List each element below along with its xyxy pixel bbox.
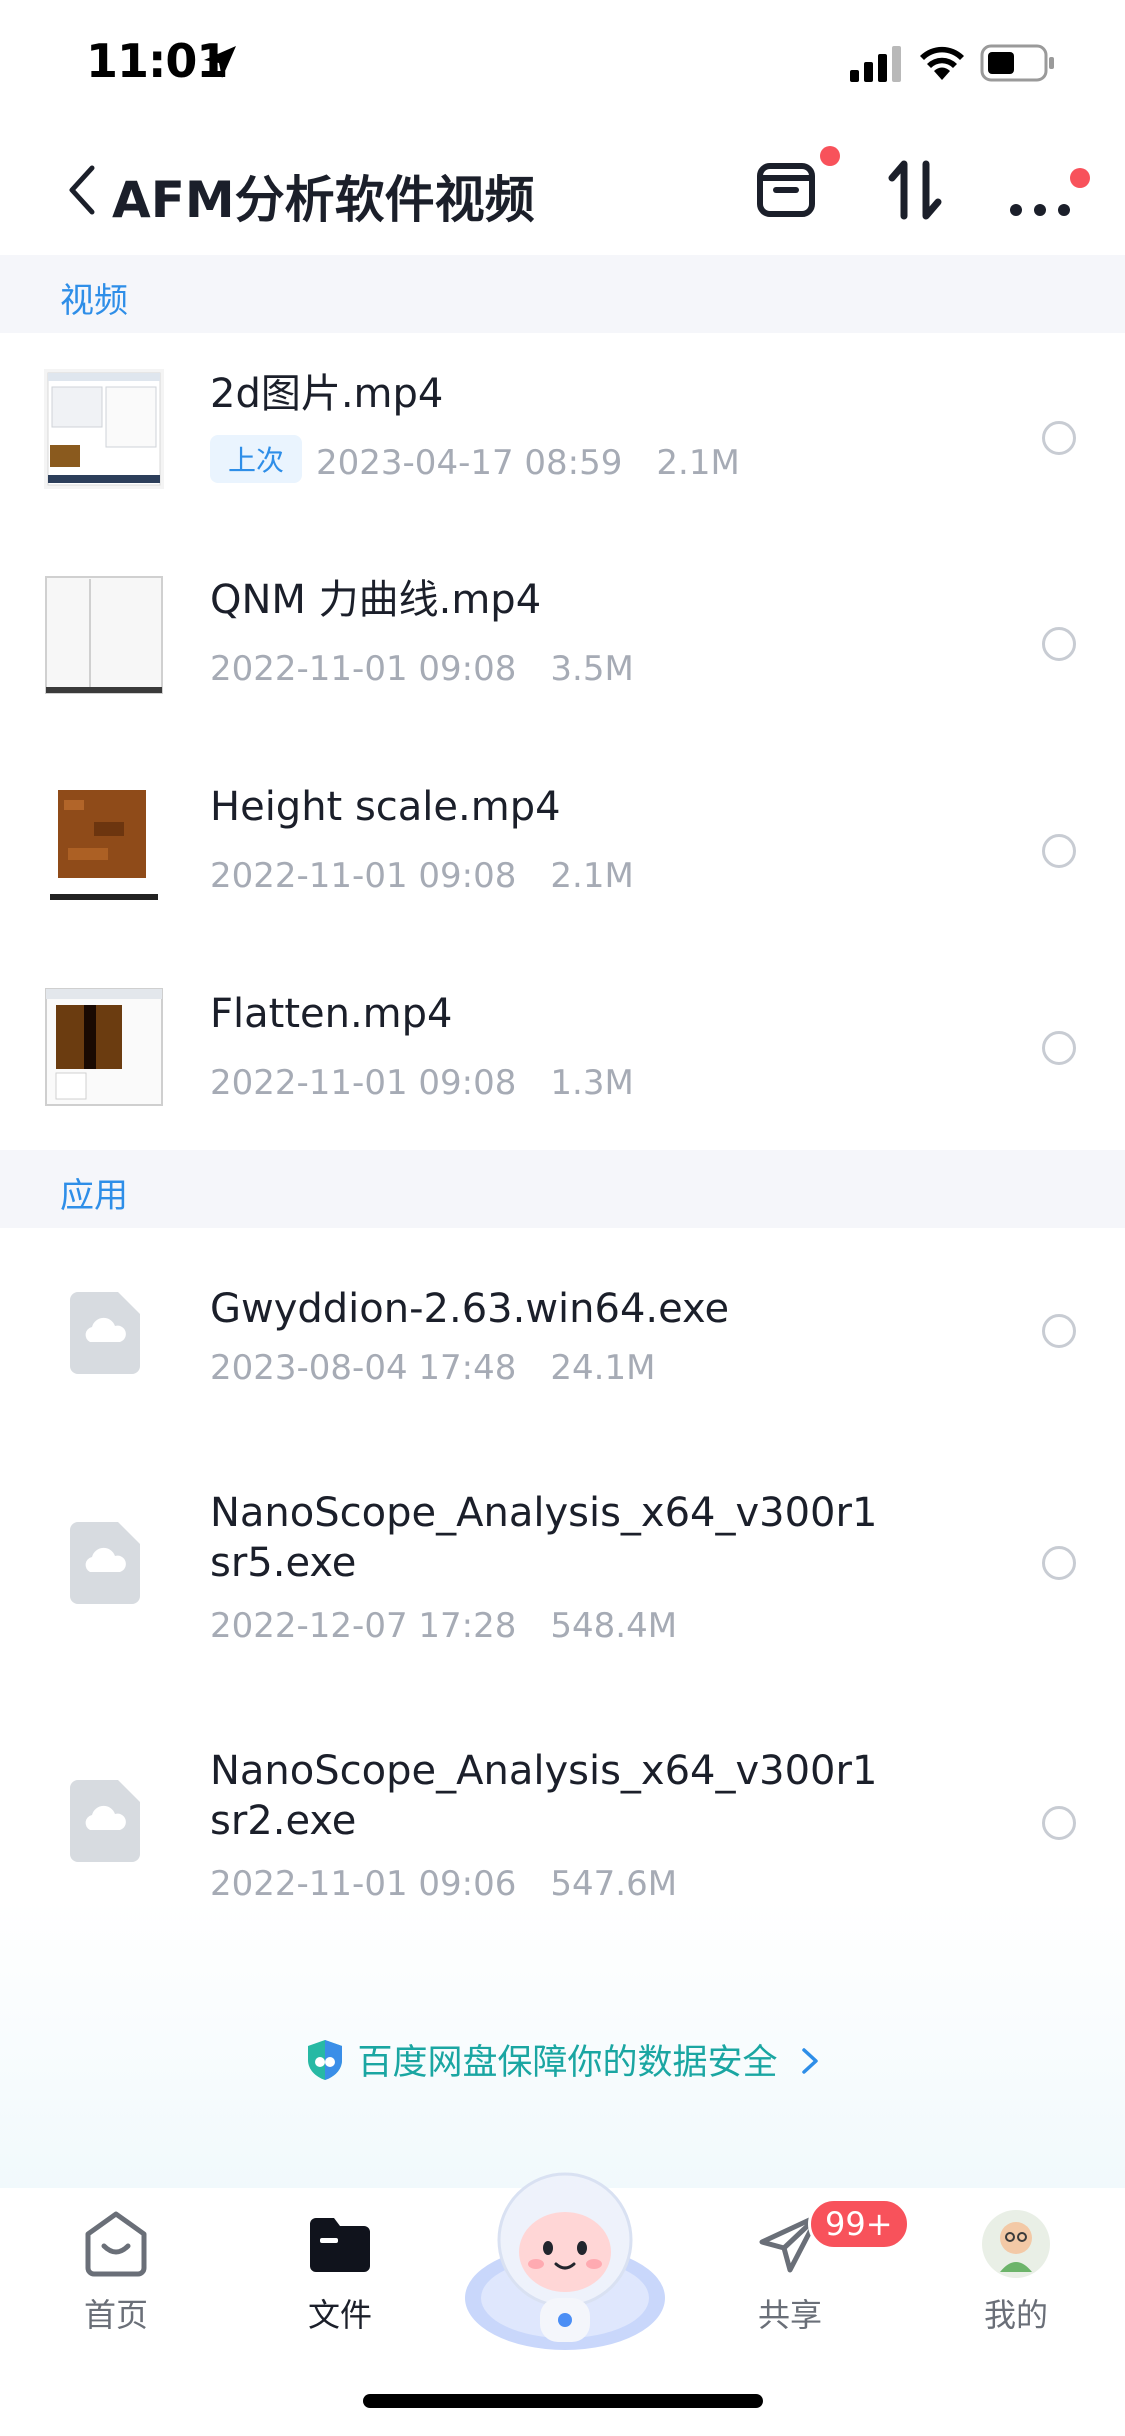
select-checkbox[interactable] — [1042, 834, 1076, 868]
file-size: 1.3M — [550, 1063, 634, 1103]
file-name: NanoScope_Analysis_x64_v300r1 — [210, 1490, 878, 1536]
select-checkbox[interactable] — [1042, 1806, 1076, 1840]
video-thumbnail — [44, 987, 164, 1107]
sort-arrows-icon — [888, 160, 942, 220]
file-name: Gwyddion-2.63.win64.exe — [210, 1286, 730, 1332]
file-name: Height scale.mp4 — [210, 784, 561, 830]
file-size: 547.6M — [550, 1864, 678, 1904]
assistant-mascot-button[interactable] — [460, 2148, 670, 2358]
folder-icon — [310, 2218, 370, 2272]
select-checkbox[interactable] — [1042, 1546, 1076, 1580]
section-header-video: 视频 — [0, 255, 1125, 333]
file-meta: 2022-11-01 09:08 3.5M — [210, 649, 634, 689]
home-icon — [85, 2211, 147, 2277]
location-arrow-icon — [204, 46, 236, 78]
tab-mine[interactable]: 我的 — [946, 2208, 1086, 2336]
file-size: 548.4M — [550, 1606, 678, 1646]
file-date: 2022-11-01 09:08 — [210, 1063, 517, 1103]
file-date: 2023-04-17 08:59 — [316, 443, 623, 483]
file-meta: 2022-11-01 09:06 547.6M — [210, 1864, 677, 1904]
file-date: 2023-08-04 17:48 — [210, 1348, 517, 1388]
mascot-avatar-icon — [465, 2172, 665, 2350]
file-name-cont: sr5.exe — [210, 1540, 357, 1586]
video-thumbnail — [44, 369, 164, 489]
shield-icon — [308, 2040, 343, 2080]
file-meta: 上次 2023-04-17 08:59 2.1M — [210, 435, 740, 483]
tab-label: 共享 — [757, 2296, 822, 2334]
file-date: 2022-11-01 09:06 — [210, 1864, 517, 1904]
page-title: AFM分析软件视频 — [112, 171, 535, 229]
file-row[interactable]: QNM 力曲线.mp4 2022-11-01 09:08 3.5M — [0, 539, 1125, 746]
file-row[interactable]: NanoScope_Analysis_x64_v300r1 sr5.exe 20… — [0, 1426, 1125, 1684]
sort-button[interactable] — [876, 150, 956, 230]
tab-files[interactable]: 文件 — [270, 2208, 410, 2336]
file-meta: 2023-08-04 17:48 24.1M — [210, 1348, 655, 1388]
status-bar: 11:01 — [0, 0, 1125, 130]
file-row[interactable]: Gwyddion-2.63.win64.exe 2023-08-04 17:48… — [0, 1228, 1125, 1426]
video-thumbnail — [44, 575, 164, 695]
file-size: 3.5M — [550, 649, 634, 689]
file-name: Flatten.mp4 — [210, 991, 453, 1037]
chevron-right-icon — [801, 2048, 818, 2074]
video-thumbnail — [44, 782, 164, 902]
file-row[interactable]: Flatten.mp4 2022-11-01 09:08 1.3M — [0, 953, 1125, 1150]
section-header-apps: 应用 — [0, 1150, 1125, 1228]
back-chevron-icon[interactable] — [62, 160, 102, 220]
cloud-file-icon — [70, 1522, 140, 1604]
file-name-cont: sr2.exe — [210, 1798, 357, 1844]
tab-label: 文件 — [307, 2296, 372, 2334]
cloud-file-icon — [70, 1780, 140, 1862]
section-label: 视频 — [60, 281, 128, 321]
cloud-file-icon — [70, 1292, 140, 1374]
select-checkbox[interactable] — [1042, 627, 1076, 661]
safety-text: 百度网盘保障你的数据安全 — [357, 2043, 778, 2083]
home-indicator — [363, 2394, 763, 2408]
file-row[interactable]: 2d图片.mp4 上次 2023-04-17 08:59 2.1M — [0, 333, 1125, 539]
archive-box-icon — [757, 163, 815, 217]
tab-label: 首页 — [83, 2296, 148, 2334]
user-avatar-icon — [982, 2210, 1050, 2278]
file-row[interactable]: Height scale.mp4 2022-11-01 09:08 2.1M — [0, 746, 1125, 953]
share-badge: 99+ — [808, 2198, 910, 2250]
more-dots-icon — [1010, 204, 1070, 216]
file-date: 2022-11-01 09:08 — [210, 856, 517, 896]
notification-dot — [820, 146, 840, 166]
file-meta: 2022-11-01 09:08 2.1M — [210, 856, 634, 896]
section-label: 应用 — [60, 1176, 128, 1216]
cellular-signal-icon — [850, 46, 901, 82]
tab-home[interactable]: 首页 — [46, 2208, 186, 2336]
file-size: 2.1M — [550, 856, 634, 896]
file-date: 2022-11-01 09:08 — [210, 649, 517, 689]
file-meta: 2022-12-07 17:28 548.4M — [210, 1606, 677, 1646]
file-name: 2d图片.mp4 — [210, 371, 444, 417]
select-checkbox[interactable] — [1042, 1314, 1076, 1348]
battery-icon — [980, 44, 1054, 82]
data-safety-link[interactable]: 百度网盘保障你的数据安全 — [0, 2034, 1125, 2085]
notification-dot — [1070, 168, 1090, 188]
file-name: QNM 力曲线.mp4 — [210, 577, 542, 623]
nav-header: AFM分析软件视频 — [0, 130, 1125, 255]
recent-tag: 上次 — [210, 435, 303, 483]
archive-button[interactable] — [748, 146, 840, 230]
select-checkbox[interactable] — [1042, 421, 1076, 455]
tab-label: 我的 — [983, 2296, 1048, 2334]
select-checkbox[interactable] — [1042, 1031, 1076, 1065]
file-date: 2022-12-07 17:28 — [210, 1606, 517, 1646]
file-size: 2.1M — [656, 443, 740, 483]
file-name: NanoScope_Analysis_x64_v300r1 — [210, 1748, 878, 1794]
wifi-icon — [920, 46, 964, 80]
file-meta: 2022-11-01 09:08 1.3M — [210, 1063, 634, 1103]
file-size: 24.1M — [550, 1348, 656, 1388]
more-button[interactable] — [1000, 150, 1090, 230]
